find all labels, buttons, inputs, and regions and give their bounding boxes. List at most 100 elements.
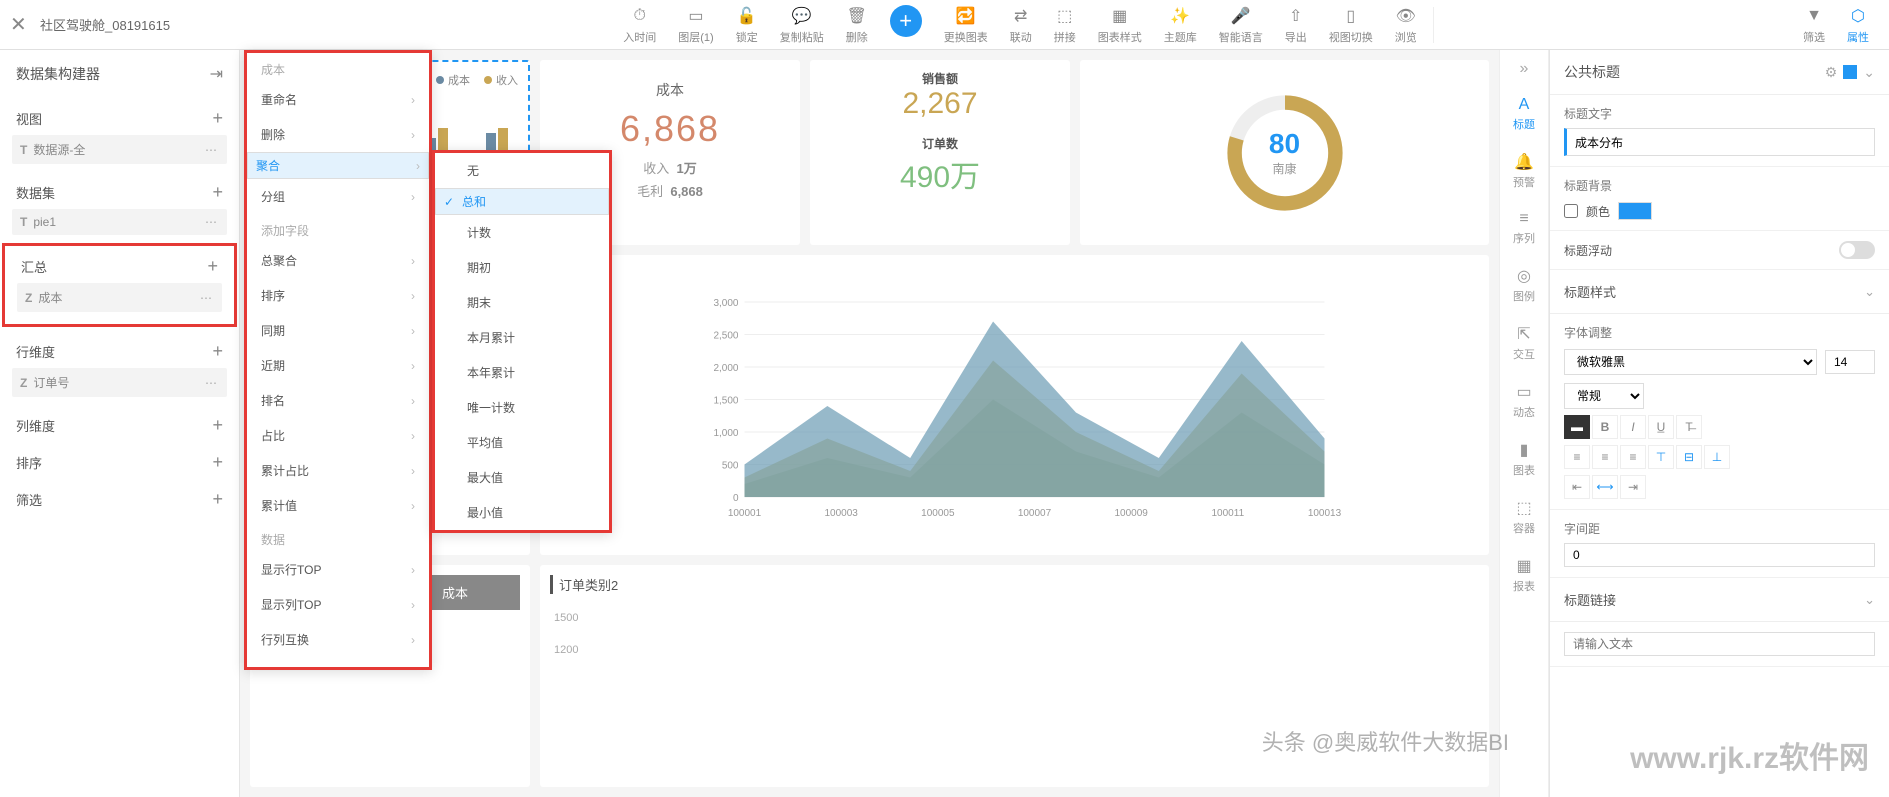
rtab-title[interactable]: A标题 — [1513, 86, 1535, 142]
valign-mid-button[interactable]: ⊟ — [1676, 445, 1702, 469]
checkbox-icon[interactable] — [1843, 65, 1857, 79]
menu-item[interactable]: 显示行TOP› — [247, 552, 429, 587]
aggregate-option[interactable]: 期初 — [435, 250, 609, 285]
aggregate-option[interactable]: 本年累计 — [435, 355, 609, 390]
title-link-accordion[interactable]: 标题链接⌄ — [1550, 578, 1889, 622]
aggregate-option[interactable]: 最大值 — [435, 460, 609, 495]
rtab-cont[interactable]: ⬚容器 — [1513, 488, 1535, 546]
menu-item[interactable]: 累计值› — [247, 488, 429, 523]
color-swatch[interactable] — [1618, 202, 1652, 220]
title-text-input[interactable] — [1564, 128, 1875, 156]
tool-delete[interactable]: 🗑删除 — [836, 3, 878, 47]
font-size-input[interactable] — [1825, 350, 1875, 374]
rtab-chart[interactable]: ▮图表 — [1513, 430, 1535, 488]
menu-item[interactable]: 行列互换› — [247, 622, 429, 657]
gauge-card[interactable]: 80 南康 — [1080, 60, 1489, 245]
view-item[interactable]: T 数据源-全 ⋯ — [12, 135, 227, 164]
menu-item[interactable]: 排名› — [247, 383, 429, 418]
summary-item[interactable]: Z 成本 ⋯ — [17, 283, 222, 312]
tool-export[interactable]: ⇧导出 — [1275, 3, 1317, 47]
indent-right-button[interactable]: ⇥ — [1620, 475, 1646, 499]
bold-button[interactable]: B — [1592, 415, 1618, 439]
tool-lock[interactable]: 🔓锁定 — [726, 3, 768, 47]
italic-button[interactable]: I — [1620, 415, 1646, 439]
rowdim-item[interactable]: Z 订单号 ⋯ — [12, 368, 227, 397]
add-icon[interactable]: + — [212, 341, 223, 362]
rtab-dyn[interactable]: ▭动态 — [1513, 372, 1535, 430]
add-icon[interactable]: + — [212, 415, 223, 436]
menu-item[interactable]: 累计占比› — [247, 453, 429, 488]
menu-item[interactable]: 同期› — [247, 313, 429, 348]
aggregate-option[interactable]: 平均值 — [435, 425, 609, 460]
align-left-button[interactable]: ≡ — [1564, 445, 1590, 469]
kpi-sales-orders[interactable]: 销售额 2,267 订单数 490万 — [810, 60, 1070, 245]
strike-button[interactable]: T̶ — [1676, 415, 1702, 439]
add-icon[interactable]: + — [212, 489, 223, 510]
letter-spacing-input[interactable] — [1564, 543, 1875, 567]
dataset-item[interactable]: T pie1 ⋯ — [12, 209, 227, 235]
title-link-input[interactable] — [1564, 632, 1875, 656]
menu-item[interactable]: 删除› — [247, 117, 429, 152]
add-icon[interactable]: + — [207, 256, 218, 277]
menu-item[interactable]: 总聚合› — [247, 243, 429, 278]
aggregate-option[interactable]: 计数 — [435, 215, 609, 250]
close-icon[interactable]: ✕ — [10, 12, 40, 37]
menu-item[interactable]: 排序› — [247, 278, 429, 313]
indent-left-button[interactable]: ⇤ — [1564, 475, 1590, 499]
rtab-warn[interactable]: 🔔预警 — [1513, 142, 1535, 200]
tool-theme[interactable]: ✨主题库 — [1154, 3, 1207, 47]
aggregate-option[interactable]: 无 — [435, 153, 609, 188]
gear-icon[interactable]: ⚙ — [1825, 64, 1838, 81]
menu-item[interactable]: 显示列TOP› — [247, 587, 429, 622]
more-icon[interactable]: » — [1520, 60, 1529, 78]
add-icon[interactable]: + — [212, 182, 223, 203]
tool-style[interactable]: ▦图表样式 — [1088, 3, 1152, 47]
aggregate-option[interactable]: ✓总和 — [435, 188, 609, 215]
menu-item[interactable]: 近期› — [247, 348, 429, 383]
tool-layer[interactable]: ▭图层(1) — [668, 3, 723, 47]
add-icon[interactable]: + — [212, 108, 223, 129]
menu-item[interactable]: 占比› — [247, 418, 429, 453]
valign-top-button[interactable]: ⊤ — [1648, 445, 1674, 469]
tool-swap[interactable]: 🔁更换图表 — [934, 3, 998, 47]
text-color-button[interactable]: ▬ — [1564, 415, 1590, 439]
font-family-select[interactable]: 微软雅黑 — [1564, 349, 1817, 375]
tool-filter[interactable]: ▼筛选 — [1793, 3, 1835, 47]
aggregate-option[interactable]: 唯一计数 — [435, 390, 609, 425]
tool-view[interactable]: ▯视图切换 — [1319, 3, 1383, 47]
rtab-legend[interactable]: ◎图例 — [1513, 256, 1535, 314]
aggregate-option[interactable]: 最小值 — [435, 495, 609, 530]
more-icon[interactable]: ⋯ — [205, 215, 219, 229]
more-icon[interactable]: ⋯ — [205, 143, 219, 157]
tool-props[interactable]: ⬡属性 — [1837, 3, 1879, 47]
aggregate-option[interactable]: 本月累计 — [435, 320, 609, 355]
more-icon[interactable]: ⋯ — [205, 376, 219, 390]
aggregate-option[interactable]: 期末 — [435, 285, 609, 320]
menu-item[interactable]: 分组› — [247, 179, 429, 214]
rtab-inter[interactable]: ⇱交互 — [1513, 314, 1535, 372]
tool-time[interactable]: ⏱入时间 — [613, 3, 666, 47]
menu-item[interactable]: 聚合› — [247, 152, 429, 179]
rtab-seq[interactable]: ≡序列 — [1513, 200, 1535, 256]
rtab-report[interactable]: ▦报表 — [1513, 546, 1535, 604]
more-icon[interactable]: ⋯ — [200, 291, 214, 305]
tool-copy[interactable]: 💬复制粘贴 — [770, 3, 834, 47]
underline-button[interactable]: U̲ — [1648, 415, 1674, 439]
add-icon[interactable]: + — [212, 452, 223, 473]
valign-bot-button[interactable]: ⊥ — [1704, 445, 1730, 469]
collapse-icon[interactable]: ⇥ — [210, 64, 223, 84]
chevron-down-icon[interactable]: ⌄ — [1863, 64, 1875, 81]
float-toggle[interactable] — [1839, 241, 1875, 259]
area-chart-1[interactable]: 订单类别 05001,0001,5002,0002,5003,000100001… — [540, 255, 1489, 555]
tool-join[interactable]: ⬚拼接 — [1044, 3, 1086, 47]
tool-link[interactable]: ⇄联动 — [1000, 3, 1042, 47]
menu-item[interactable]: 重命名› — [247, 82, 429, 117]
indent-center-button[interactable]: ⟷ — [1592, 475, 1618, 499]
tool-browse[interactable]: 👁浏览 — [1385, 3, 1427, 47]
bg-color-checkbox[interactable] — [1564, 204, 1578, 218]
tool-ai[interactable]: 🎤智能语言 — [1209, 3, 1273, 47]
align-center-button[interactable]: ≡ — [1592, 445, 1618, 469]
font-weight-select[interactable]: 常规 — [1564, 383, 1644, 409]
area-chart-2[interactable]: 订单类别2 1500 1200 — [540, 565, 1489, 787]
align-right-button[interactable]: ≡ — [1620, 445, 1646, 469]
